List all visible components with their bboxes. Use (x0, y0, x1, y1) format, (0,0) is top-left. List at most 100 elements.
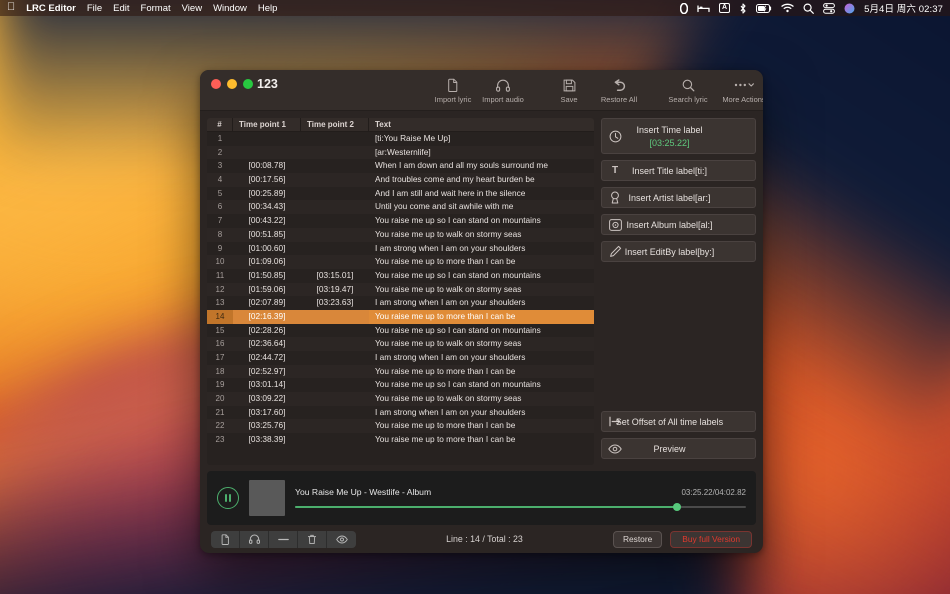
row-text[interactable]: You raise me up to more than I can be (369, 255, 594, 269)
row-text[interactable]: And troubles come and my heart burden be (369, 173, 594, 187)
row-text[interactable]: You raise me up so I can stand on mounta… (369, 324, 594, 338)
row-time-point-2[interactable] (301, 433, 369, 447)
row-time-point-2[interactable] (301, 228, 369, 242)
row-time-point-2[interactable]: [03:19.47] (301, 283, 369, 297)
menu-app-name[interactable]: LRC Editor (26, 3, 76, 14)
menu-item-format[interactable]: Format (141, 3, 171, 14)
row-time-point-1[interactable]: [01:59.06] (233, 283, 301, 297)
row-time-point-2[interactable] (301, 378, 369, 392)
row-text[interactable]: When I am down and all my souls surround… (369, 159, 594, 173)
column-header-text[interactable]: Text (369, 118, 594, 132)
more-actions-button[interactable]: More Actions (716, 74, 763, 104)
row-text[interactable]: I am strong when I am on your shoulders (369, 406, 594, 420)
table-row[interactable]: 11 [01:50.85] [03:15.01] You raise me up so… (207, 268, 594, 283)
column-header-number[interactable]: # (207, 118, 233, 132)
row-time-point-2[interactable] (301, 392, 369, 406)
restore-button[interactable]: Restore (612, 530, 663, 548)
document-icon[interactable] (211, 530, 240, 548)
row-time-point-1[interactable]: [02:44.72] (233, 351, 301, 365)
row-text[interactable]: Until you come and sit awhile with me (369, 200, 594, 214)
eye-icon[interactable] (327, 531, 356, 548)
table-row[interactable]: 18 [02:52.97] You raise me up to more than… (207, 364, 594, 379)
row-text[interactable]: [ar:Westernlife] (369, 146, 594, 160)
menu-item-help[interactable]: Help (258, 3, 278, 14)
table-row[interactable]: 22 [03:25.76] You raise me up to more than… (207, 419, 594, 434)
apple-logo-icon[interactable]:  (7, 2, 15, 13)
table-row[interactable]: 19 [03:01.14] You raise me up so I can sta… (207, 378, 594, 393)
table-row[interactable]: 23 [03:38.39] You raise me up to more than… (207, 433, 594, 447)
row-time-point-2[interactable] (301, 337, 369, 351)
row-text[interactable]: You raise me up to more than I can be (369, 419, 594, 433)
row-time-point-1[interactable]: [00:08.78] (233, 159, 301, 173)
row-time-point-1[interactable]: [03:25.76] (233, 419, 301, 433)
table-row[interactable]: 20 [03:09.22] You raise me up to walk on s… (207, 392, 594, 406)
insert-editby-label-button[interactable]: Insert EditBy label[by:] (601, 241, 756, 262)
row-time-point-2[interactable]: [03:23.63] (301, 296, 369, 310)
column-header-time-point-1[interactable]: Time point 1 (233, 118, 301, 132)
preview-button[interactable]: Preview (601, 438, 756, 459)
table-row[interactable]: 3 [00:08.78] When I am down and all my sou… (207, 159, 594, 174)
row-time-point-2[interactable] (301, 146, 369, 160)
row-text[interactable]: You raise me up to more than I can be (369, 365, 594, 379)
save-button[interactable]: Save (544, 74, 594, 104)
insert-artist-label-button[interactable]: Insert Artist label[ar:] (601, 187, 756, 208)
table-row[interactable]: 2 [ar:Westernlife] (207, 145, 594, 160)
search-lyric-button[interactable]: Search lyric (660, 74, 716, 104)
row-time-point-2[interactable] (301, 419, 369, 433)
table-row[interactable]: 10 [01:09.06] You raise me up to more than… (207, 255, 594, 269)
column-header-time-point-2[interactable]: Time point 2 (301, 118, 369, 132)
row-time-point-2[interactable] (301, 351, 369, 365)
row-text[interactable]: I am strong when I am on your shoulders (369, 296, 594, 310)
row-time-point-2[interactable] (301, 324, 369, 338)
table-row[interactable]: 17 [02:44.72] I am strong when I am on you… (207, 351, 594, 365)
minimize-button[interactable] (227, 79, 237, 89)
row-time-point-1[interactable]: [03:38.39] (233, 433, 301, 447)
row-text[interactable]: You raise me up so I can stand on mounta… (369, 269, 594, 283)
minus-icon[interactable] (269, 530, 298, 548)
bluetooth-icon[interactable] (739, 2, 747, 14)
row-time-point-1[interactable]: [03:01.14] (233, 378, 301, 392)
menu-item-view[interactable]: View (182, 3, 202, 14)
row-time-point-2[interactable] (301, 406, 369, 420)
siri-icon[interactable] (844, 2, 855, 14)
row-time-point-1[interactable]: [01:00.60] (233, 242, 301, 256)
menu-item-window[interactable]: Window (213, 3, 247, 14)
row-time-point-1[interactable]: [00:43.22] (233, 214, 301, 228)
table-row[interactable]: 16 [02:36.64] You raise me up to walk on s… (207, 337, 594, 351)
control-center-icon[interactable] (823, 2, 835, 14)
row-time-point-2[interactable]: [03:15.01] (301, 269, 369, 283)
row-text[interactable]: And I am still and wait here in the sile… (369, 187, 594, 201)
table-row[interactable]: 6 [00:34.43] Until you come and sit awhile… (207, 200, 594, 215)
row-text[interactable]: [ti:You Raise Me Up] (369, 132, 594, 146)
table-row[interactable]: 1 [ti:You Raise Me Up] (207, 132, 594, 146)
table-row[interactable]: 7 [00:43.22] You raise me up so I can stan… (207, 214, 594, 228)
import-audio-button[interactable]: Import audio (478, 74, 528, 104)
row-time-point-1[interactable]: [02:52.97] (233, 365, 301, 379)
pause-icon[interactable] (217, 487, 239, 509)
row-time-point-2[interactable] (301, 365, 369, 379)
table-row[interactable]: 8 [00:51.85] You raise me up to walk on st… (207, 227, 594, 242)
menu-item-file[interactable]: File (87, 3, 102, 14)
insert-time-label-button[interactable]: Insert Time label [03:25.22] (601, 118, 756, 154)
table-row[interactable]: 4 [00:17.56] And troubles come and my hear… (207, 173, 594, 187)
row-text[interactable]: You raise me up to walk on stormy seas (369, 392, 594, 406)
trash-icon[interactable] (298, 530, 327, 548)
battery-icon[interactable] (756, 2, 772, 14)
row-time-point-1[interactable]: [02:28.26] (233, 324, 301, 338)
row-time-point-2[interactable] (301, 214, 369, 228)
input-source-icon[interactable]: A (719, 3, 731, 13)
row-time-point-2[interactable] (301, 242, 369, 256)
bed-icon[interactable] (697, 2, 710, 14)
row-time-point-1[interactable]: [00:34.43] (233, 200, 301, 214)
row-time-point-2[interactable] (301, 200, 369, 214)
row-time-point-1[interactable]: [00:25.89] (233, 187, 301, 201)
table-row[interactable]: 14 [02:16.39] You raise me up to more than… (207, 309, 594, 324)
row-time-point-1[interactable]: [01:09.06] (233, 255, 301, 269)
menu-item-edit[interactable]: Edit (113, 3, 129, 14)
row-time-point-2[interactable] (301, 132, 369, 146)
row-time-point-2[interactable] (301, 159, 369, 173)
close-button[interactable] (211, 79, 221, 89)
table-row[interactable]: 15 [02:28.26] You raise me up so I can sta… (207, 323, 594, 338)
row-text[interactable]: I am strong when I am on your shoulders (369, 351, 594, 365)
progress-knob[interactable] (672, 503, 681, 511)
